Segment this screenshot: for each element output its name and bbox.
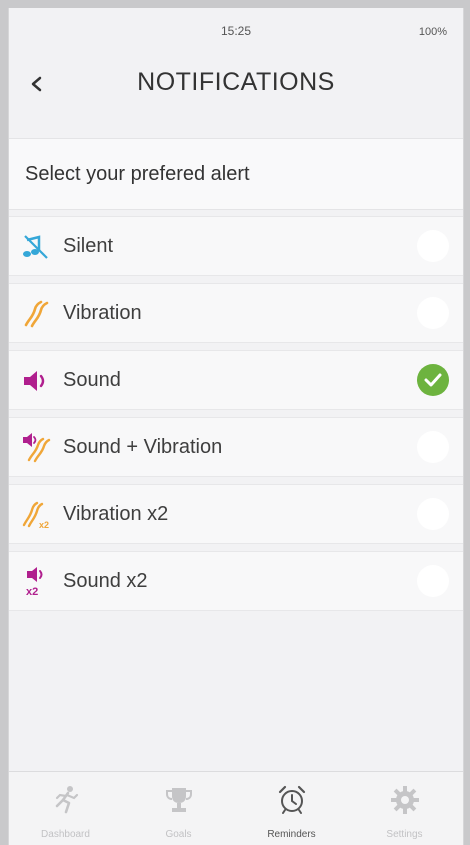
tab-reminders[interactable]: Reminders <box>235 772 348 845</box>
alert-options-list: Silent Vibration Sound Sound + Vibration… <box>9 216 463 618</box>
vibration-icon <box>24 300 49 328</box>
tab-goals[interactable]: Goals <box>122 772 235 845</box>
alert-option-sound[interactable]: Sound <box>9 350 463 410</box>
radio-unselected[interactable] <box>417 431 449 463</box>
trophy-icon <box>166 788 192 812</box>
vibration-x2-icon: x2 <box>22 501 49 530</box>
tab-label: Settings <box>386 829 423 840</box>
alert-option-vibration[interactable]: Vibration <box>9 283 463 343</box>
runner-icon <box>55 786 79 814</box>
alert-option-label: Vibration x2 <box>63 503 169 525</box>
silent-note-icon <box>23 235 48 259</box>
alarm-clock-icon <box>278 785 306 814</box>
sound-vibration-icon <box>23 433 51 463</box>
alert-option-label: Vibration <box>63 302 142 324</box>
tab-settings[interactable]: Settings <box>348 772 461 845</box>
alert-option-label: Silent <box>63 235 114 257</box>
tab-label: Reminders <box>267 829 316 840</box>
speaker-x2-icon: x2 <box>26 567 43 597</box>
tab-bar: Dashboard Goals Reminders Settings <box>9 771 463 845</box>
nav-bar: NOTIFICATIONS <box>9 48 463 134</box>
alert-option-sound-vibration[interactable]: Sound + Vibration <box>9 417 463 477</box>
tab-label: Dashboard <box>41 829 90 840</box>
radio-unselected[interactable] <box>417 565 449 597</box>
radio-unselected[interactable] <box>417 498 449 530</box>
radio-unselected[interactable] <box>417 230 449 262</box>
alert-option-label: Sound x2 <box>63 570 148 592</box>
alert-option-label: Sound + Vibration <box>63 436 223 458</box>
tab-label: Goals <box>165 829 192 840</box>
phone-screen: 15:25 100% NOTIFICATIONS Select your pre… <box>8 8 464 845</box>
alert-option-vibration-x2[interactable]: x2 Vibration x2 <box>9 484 463 544</box>
alert-option-silent[interactable]: Silent <box>9 216 463 276</box>
svg-text:x2: x2 <box>39 520 49 530</box>
radio-unselected[interactable] <box>417 297 449 329</box>
checkmark-icon <box>424 373 442 387</box>
alert-option-label: Sound <box>63 369 121 391</box>
tab-dashboard[interactable]: Dashboard <box>9 772 122 845</box>
status-battery: 100% <box>418 26 447 38</box>
section-header-label: Select your prefered alert <box>25 163 250 185</box>
radio-selected[interactable] <box>417 364 449 396</box>
page-title: NOTIFICATIONS <box>137 68 335 96</box>
alert-option-sound-x2[interactable]: x2 Sound x2 <box>9 551 463 611</box>
svg-text:x2: x2 <box>26 586 38 597</box>
section-header: Select your prefered alert <box>9 138 463 210</box>
gear-icon <box>391 786 419 814</box>
status-time: 15:25 <box>220 24 252 38</box>
speaker-icon <box>24 371 45 391</box>
status-bar: 15:25 100% <box>9 8 463 48</box>
